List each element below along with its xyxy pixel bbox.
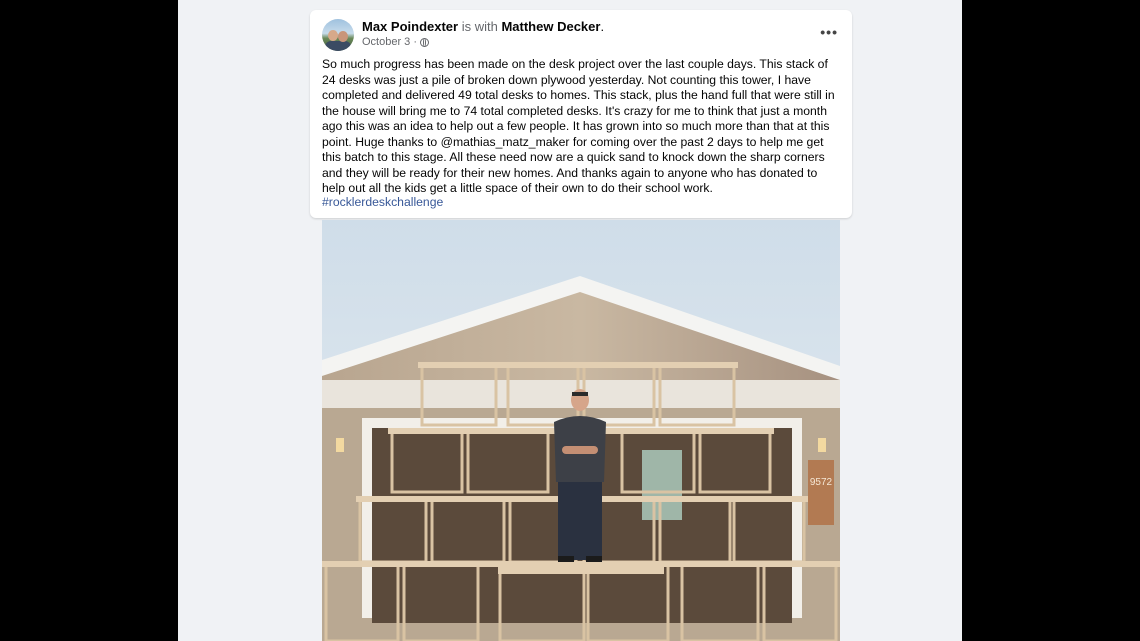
- hashtag-link[interactable]: #rocklerdeskchallenge: [322, 195, 443, 209]
- author-name[interactable]: Max Poindexter: [362, 19, 458, 34]
- tagged-name[interactable]: Matthew Decker: [501, 19, 600, 34]
- period: .: [600, 19, 605, 34]
- globe-icon: [419, 37, 429, 47]
- post-meta: October 3 ·: [362, 36, 429, 48]
- with-text: is with: [461, 19, 498, 34]
- more-options-icon[interactable]: •••: [820, 24, 838, 40]
- feed-page: Max Poindexter is with Matthew Decker. O…: [178, 0, 962, 641]
- post-card: Max Poindexter is with Matthew Decker. O…: [310, 10, 852, 218]
- post-date[interactable]: October 3: [362, 36, 410, 48]
- post-header: Max Poindexter is with Matthew Decker.: [362, 19, 604, 34]
- meta-separator: ·: [413, 36, 417, 48]
- house-number: 9572: [810, 477, 833, 488]
- post-photo[interactable]: 9572: [322, 220, 840, 641]
- post-body: So much progress has been made on the de…: [322, 57, 835, 195]
- avatar[interactable]: [322, 19, 354, 51]
